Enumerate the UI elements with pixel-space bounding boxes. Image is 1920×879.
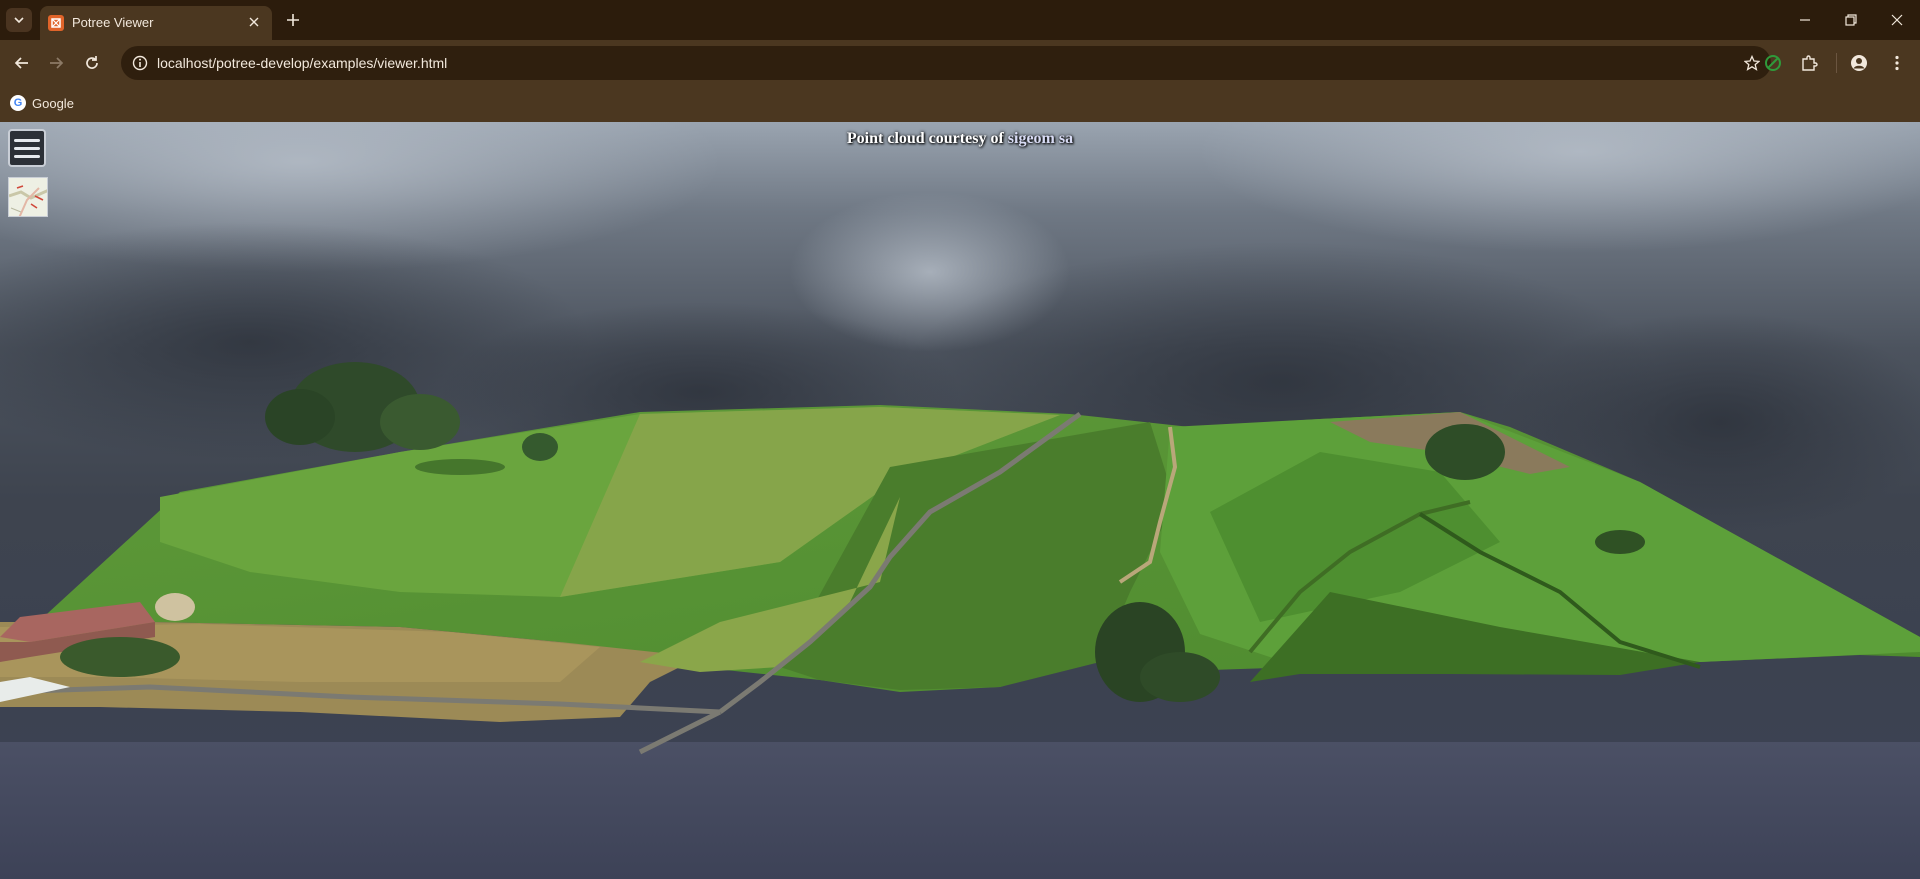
puzzle-icon[interactable] [1798,52,1820,74]
browser-toolbar: localhost/potree-develop/examples/viewer… [0,40,1920,86]
hamburger-menu-icon[interactable] [8,129,46,167]
attribution-text: Point cloud courtesy of sigeom sa [0,130,1920,148]
blocked-extension-icon[interactable] [1762,52,1784,74]
profile-icon[interactable] [1848,52,1870,74]
tab-title: Potree Viewer [72,15,154,30]
bookmark-google[interactable]: G Google [10,91,74,115]
tab-strip: Potree Viewer [0,0,1920,40]
close-icon[interactable] [246,14,262,30]
toolbar-separator [1836,53,1837,73]
attribution-prefix: Point cloud courtesy of [846,130,1008,147]
arrow-right-icon [50,57,64,69]
minimize-button[interactable] [1788,6,1822,34]
bookmark-label: Google [32,95,74,111]
arrow-left-icon [14,57,28,69]
kebab-menu-icon[interactable] [1886,52,1908,74]
restore-button[interactable] [1834,6,1868,34]
restore-icon [1845,14,1857,26]
menu-bar [14,138,40,142]
close-window-button[interactable] [1880,6,1914,34]
point-cloud-scene[interactable] [0,122,1920,879]
bookmarks-bar: G Google [0,86,1920,122]
potree-render-area[interactable]: Point cloud courtesy of sigeom sa [0,122,1920,879]
reload-icon [86,56,98,69]
address-bar[interactable]: localhost/potree-develop/examples/viewer… [121,46,1771,80]
close-icon [1891,14,1903,26]
menu-bar [14,146,40,150]
tab-search-button[interactable] [6,8,32,32]
attribution-link[interactable]: sigeom sa [1008,130,1073,147]
new-tab-button[interactable] [282,9,304,31]
reload-button[interactable] [78,50,106,76]
star-icon[interactable] [1743,54,1761,72]
forward-button[interactable] [42,50,70,76]
ground-shadow [0,742,1920,879]
minimize-icon [1800,19,1810,21]
map-thumbnail-icon[interactable] [8,177,48,217]
url-text[interactable]: localhost/potree-develop/examples/viewer… [157,55,447,71]
tab-potree-viewer[interactable]: Potree Viewer [40,6,272,40]
back-button[interactable] [8,50,36,76]
google-icon: G [10,95,26,111]
menu-bar [14,154,40,158]
chevron-down-icon [14,17,24,24]
plus-icon [287,14,299,26]
potree-favicon-icon [48,15,64,31]
info-icon[interactable] [131,54,149,72]
